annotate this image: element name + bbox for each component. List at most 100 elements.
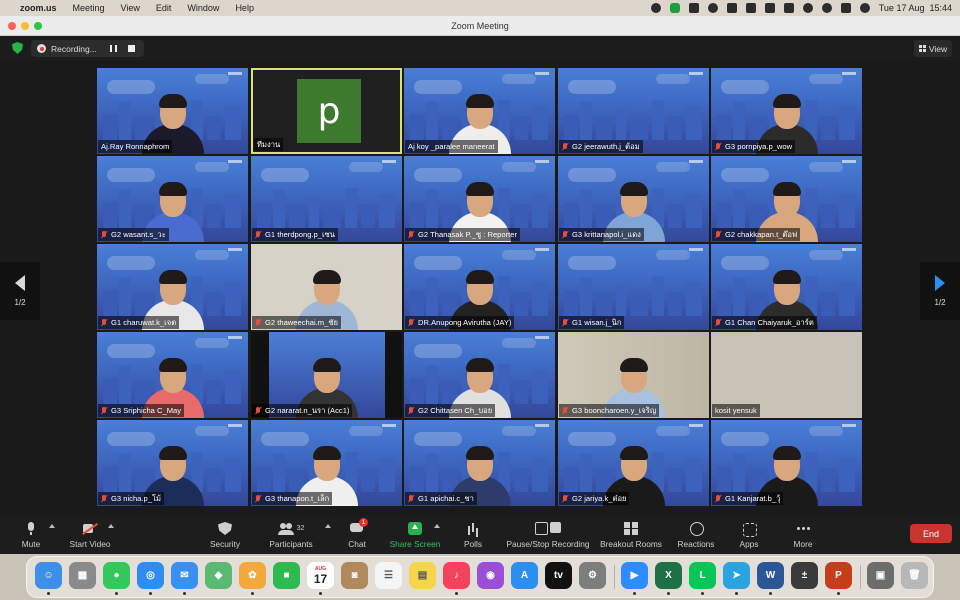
audio-options-caret-icon[interactable] — [49, 524, 55, 528]
security-button[interactable]: Security — [206, 518, 244, 552]
dock-notes-icon[interactable]: ▤ — [409, 562, 436, 589]
dock-powerpoint-icon[interactable]: P — [825, 562, 852, 589]
dock-trash-icon[interactable]: 🗑 — [901, 562, 928, 589]
menu-window[interactable]: Window — [187, 3, 219, 13]
dock-calculator-icon[interactable]: ± — [791, 562, 818, 589]
participant-tile[interactable]: G2 Chittasen Ch_บอย — [404, 332, 555, 418]
stop-recording-icon[interactable] — [128, 45, 135, 52]
dock-calendar-icon[interactable]: AUG 17 — [307, 562, 334, 589]
minimize-window-icon[interactable] — [21, 22, 29, 30]
participant-tile[interactable]: G2 jariya.k_ต๋อย — [558, 420, 709, 506]
participant-tile[interactable]: G1 Kanjarat.b_วุ้ — [711, 420, 862, 506]
participant-name: G2 Chittasen Ch_บอย — [418, 406, 493, 415]
background-logo — [842, 160, 856, 163]
participants-button[interactable]: 32 Participants — [266, 518, 316, 552]
background-cloud — [502, 74, 536, 84]
previous-page-button[interactable]: 1/2 — [0, 262, 40, 320]
participant-tile[interactable]: G3 pornpiya.p_wow — [711, 68, 862, 154]
participant-tile[interactable]: G3 thanapon.t_เล็ก — [251, 420, 402, 506]
status-keyboard-icon[interactable] — [764, 3, 775, 13]
view-button[interactable]: View — [914, 40, 952, 57]
participant-tile[interactable]: G1 therdpong.p_เซน — [251, 156, 402, 242]
dock-music-icon[interactable]: ♪ — [443, 562, 470, 589]
breakout-rooms-button[interactable]: Breakout Rooms — [600, 518, 662, 552]
dock-mail-icon[interactable]: ✉ — [171, 562, 198, 589]
zoom-window-icon[interactable] — [34, 22, 42, 30]
reactions-button[interactable]: Reactions — [676, 518, 716, 552]
participant-tile[interactable]: G2 nararat.n_นรา (Acc1) — [251, 332, 402, 418]
participant-tile[interactable]: G1 apichai.c_ชา — [404, 420, 555, 506]
menu-clock[interactable]: Tue 17 Aug 15:44 — [879, 3, 952, 13]
spotlight-search-icon[interactable] — [821, 3, 832, 13]
participant-tile[interactable]: DR.Anupong Avirutha (JAY) — [404, 244, 555, 330]
video-options-caret-icon[interactable] — [108, 524, 114, 528]
participant-tile[interactable]: G3 booncharoen.y_เจริญ — [558, 332, 709, 418]
dock-contacts-icon[interactable]: ◙ — [341, 562, 368, 589]
dock-podcasts-icon[interactable]: ◉ — [477, 562, 504, 589]
dock-messages-icon[interactable]: ● — [103, 562, 130, 589]
dock-downloads-stack-icon[interactable]: ▣ — [867, 562, 894, 589]
dock-facetime-icon[interactable]: ■ — [273, 562, 300, 589]
dock-zoom-icon[interactable]: ▶ — [621, 562, 648, 589]
pause-recording-icon[interactable] — [110, 45, 117, 52]
participant-tile[interactable]: G3 nicha.p_โม้ — [97, 420, 248, 506]
background-cloud — [809, 74, 843, 84]
participant-tile[interactable]: G1 Chan Chaiyaruk_อาร์ต — [711, 244, 862, 330]
participant-tile[interactable]: G2 chakkapan.t_ต๊อฟ — [711, 156, 862, 242]
dock-photos-icon[interactable]: ✿ — [239, 562, 266, 589]
wifi-icon[interactable] — [802, 3, 813, 13]
menu-edit[interactable]: Edit — [156, 3, 172, 13]
dock-reminders-icon[interactable]: ☰ — [375, 562, 402, 589]
dock-word-icon[interactable]: W — [757, 562, 784, 589]
status-vpn-icon[interactable] — [650, 3, 661, 13]
participant-tile[interactable]: G2 Thanasak P._ซู : Reporter — [404, 156, 555, 242]
dock-app-store-icon[interactable]: A — [511, 562, 538, 589]
end-meeting-button[interactable]: End — [910, 524, 952, 543]
participant-tile[interactable]: G1 charuwat.k_เจต — [97, 244, 248, 330]
status-text-icon[interactable] — [745, 3, 756, 13]
close-window-icon[interactable] — [8, 22, 16, 30]
participant-tile[interactable]: p ทีมงาน — [251, 68, 402, 154]
menu-meeting[interactable]: Meeting — [73, 3, 105, 13]
next-page-button[interactable]: 1/2 — [920, 262, 960, 320]
participant-tile[interactable]: G3 Sriphicha C_May — [97, 332, 248, 418]
dock-telegram-icon[interactable]: ➤ — [723, 562, 750, 589]
dock-safari-icon[interactable]: ◎ — [137, 562, 164, 589]
mute-button[interactable]: Mute — [18, 518, 44, 552]
chat-button[interactable]: 1 Chat — [344, 518, 370, 552]
status-screenshot-icon[interactable] — [707, 3, 718, 13]
dock-system-preferences-icon[interactable]: ⚙ — [579, 562, 606, 589]
participant-tile[interactable]: kosit yensuk — [711, 332, 862, 418]
share-options-caret-icon[interactable] — [434, 524, 440, 528]
participant-tile[interactable]: Aj koy _paralee maneerat — [404, 68, 555, 154]
dock-maps-icon[interactable]: ◆ — [205, 562, 232, 589]
participant-tile[interactable]: G2 wasant.s_วะ — [97, 156, 248, 242]
more-button[interactable]: More — [792, 518, 814, 552]
pause-stop-recording-button[interactable]: Pause/Stop Recording — [505, 518, 591, 552]
siri-icon[interactable] — [859, 3, 870, 13]
muted-mic-icon — [562, 494, 568, 503]
dock-apple-tv-icon[interactable]: tv — [545, 562, 572, 589]
control-center-icon[interactable] — [840, 3, 851, 13]
status-grid-icon[interactable] — [726, 3, 737, 13]
dock-finder-icon[interactable]: ☺ — [35, 562, 62, 589]
status-battery-icon[interactable] — [783, 3, 794, 13]
apps-button[interactable]: Apps — [738, 518, 760, 552]
dock-line-icon[interactable]: L — [689, 562, 716, 589]
participant-tile[interactable]: G2 thaweechai.m_ชัย — [251, 244, 402, 330]
encryption-shield-icon[interactable] — [12, 42, 23, 54]
dock-excel-icon[interactable]: X — [655, 562, 682, 589]
menu-app-name[interactable]: zoom.us — [20, 3, 57, 13]
polls-button[interactable]: Polls — [460, 518, 486, 552]
participant-tile[interactable]: G3 krittanapol.i_แดง — [558, 156, 709, 242]
dock-launchpad-icon[interactable]: ▦ — [69, 562, 96, 589]
menu-view[interactable]: View — [121, 3, 140, 13]
menu-help[interactable]: Help — [235, 3, 254, 13]
participants-caret-icon[interactable] — [325, 524, 331, 528]
participant-tile[interactable]: Aj.Ray Ronnaphrom — [97, 68, 248, 154]
participant-tile[interactable]: G1 wisan.j_นิก — [558, 244, 709, 330]
status-camera-icon[interactable] — [688, 3, 699, 13]
participant-tile[interactable]: G2 jeerawuth.j_ต้อม — [558, 68, 709, 154]
status-line-icon[interactable] — [669, 3, 680, 13]
start-video-button[interactable]: Start Video — [66, 518, 114, 552]
